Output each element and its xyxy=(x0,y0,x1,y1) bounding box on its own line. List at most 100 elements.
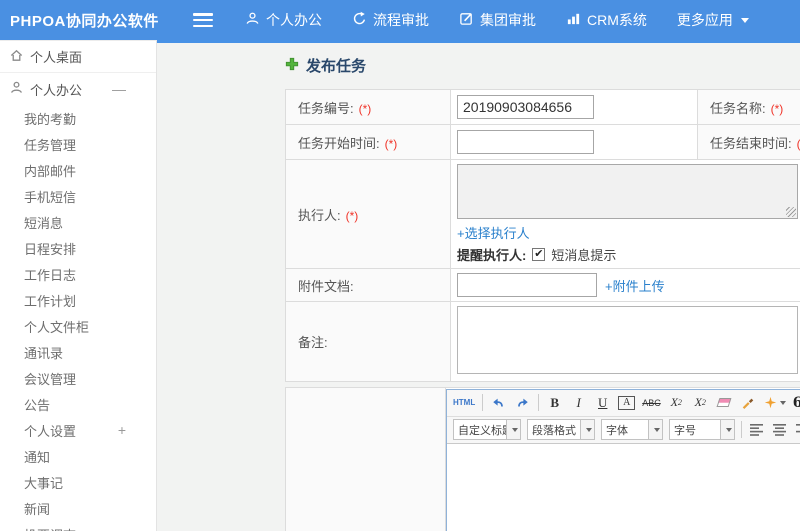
bold-button[interactable]: B xyxy=(546,393,563,413)
edit-square-icon xyxy=(459,11,474,29)
table-row: 任务开始时间: (*) 任务结束时间: (*) xyxy=(285,124,800,160)
sidebar-item-label: 日程安排 xyxy=(24,241,77,257)
nav-item-group-approval[interactable]: 集团审批 xyxy=(459,10,536,30)
attachment-label: 附件文档: xyxy=(298,278,354,294)
align-left-icon[interactable] xyxy=(748,420,765,440)
user-icon xyxy=(245,11,260,29)
sidebar-item-news[interactable]: 新闻 xyxy=(0,495,156,521)
nav-label: 集团审批 xyxy=(480,12,536,28)
sidebar-item-personal-desktop[interactable]: 个人桌面 xyxy=(0,41,156,73)
sidebar-item-label: 大事记 xyxy=(24,475,64,491)
nav-item-personal-office[interactable]: 个人办公 xyxy=(245,10,322,30)
font-size-dropdown[interactable]: 字号 xyxy=(669,419,735,440)
sidebar-item-personal-office[interactable]: 个人办公 — xyxy=(0,73,156,105)
sidebar-item-label: 个人设置 xyxy=(24,423,77,439)
italic-button[interactable]: I xyxy=(570,393,587,413)
attachment-upload-link[interactable]: +附件上传 xyxy=(605,276,665,295)
required-mark: (*) xyxy=(358,101,372,116)
remark-textarea[interactable] xyxy=(457,306,798,374)
sidebar-item-label: 工作计划 xyxy=(24,293,77,309)
redo-icon[interactable] xyxy=(514,393,531,413)
task-no-input[interactable] xyxy=(457,95,594,119)
custom-title-dropdown[interactable]: 自定义标题 xyxy=(453,419,521,440)
auto-typeset-wand-icon[interactable] xyxy=(764,393,786,413)
font-family-dropdown[interactable]: 字体 xyxy=(601,419,663,440)
source-html-button[interactable]: HTML xyxy=(453,393,475,413)
content-accent-strip xyxy=(157,40,800,43)
sidebar-item-label: 会议管理 xyxy=(24,371,77,387)
caret-down-icon xyxy=(506,420,520,439)
sidebar-item-major-events[interactable]: 大事记 xyxy=(0,469,156,495)
top-nav: 个人办公 流程审批 集团审批 CRM系统 更多应用 xyxy=(245,10,749,30)
sidebar-item-vote-survey[interactable]: 投票调查 xyxy=(0,521,156,531)
editor-toolbar-row1: HTML B I U A ABC X 2 X 2 6 xyxy=(447,389,800,417)
nav-item-crm[interactable]: CRM系统 xyxy=(566,10,647,30)
required-mark: (*) xyxy=(797,137,800,151)
task-desc-table: 任务描述:(*) HTML xyxy=(285,387,800,531)
table-row: 任务编号: (*) 任务名称: (*) xyxy=(285,89,800,125)
remove-format-eraser-icon[interactable] xyxy=(716,393,733,413)
app-logo[interactable]: PHPOA协同办公软件 xyxy=(0,10,165,31)
start-time-label: 任务开始时间: xyxy=(298,135,380,151)
sidebar-item-work-plan[interactable]: 工作计划 xyxy=(0,287,156,313)
table-row: 备注: xyxy=(285,301,800,382)
sidebar-item-schedule[interactable]: 日程安排 xyxy=(0,235,156,261)
sidebar-item-my-attendance[interactable]: 我的考勤 xyxy=(0,105,156,131)
sidebar-item-notice[interactable]: 通知 xyxy=(0,443,156,469)
sidebar-item-task-management[interactable]: 任务管理 xyxy=(0,131,156,157)
superscript-button[interactable]: X2 xyxy=(668,393,685,413)
sidebar-item-mobile-sms[interactable]: 手机短信 xyxy=(0,183,156,209)
nav-label: CRM系统 xyxy=(587,12,647,28)
sms-remind-checkbox[interactable]: ✔ xyxy=(532,248,546,261)
plus-icon xyxy=(285,57,299,75)
paragraph-format-dropdown[interactable]: 段落格式 xyxy=(527,419,595,440)
toolbar-separator xyxy=(482,394,484,411)
sidebar-item-label: 投票调查 xyxy=(24,525,76,531)
blockquote-button[interactable]: 66 xyxy=(793,393,800,413)
user-icon xyxy=(9,80,24,98)
nav-item-process-approval[interactable]: 流程审批 xyxy=(352,10,429,30)
underline-button[interactable]: U xyxy=(594,393,611,413)
format-painter-brush-icon[interactable] xyxy=(740,393,757,413)
caret-down-icon xyxy=(648,420,662,439)
sidebar-item-internal-mail[interactable]: 内部邮件 xyxy=(0,157,156,183)
main-content: 发布任务 任务编号: (*) 任务名称: (*) 任务开始时间: (*) 任务结束时间… xyxy=(158,43,800,531)
task-description-editor-area[interactable] xyxy=(447,443,800,531)
align-right-icon[interactable] xyxy=(794,420,800,440)
table-row: 附件文档: +附件上传 xyxy=(285,268,800,302)
start-time-input[interactable] xyxy=(457,130,594,154)
strikethrough-button[interactable]: ABC xyxy=(642,393,661,413)
sidebar-item-announcement[interactable]: 公告 xyxy=(0,391,156,417)
hamburger-menu-icon[interactable] xyxy=(193,13,213,27)
sidebar-item-label: 手机短信 xyxy=(24,189,77,205)
expand-plus-icon[interactable]: + xyxy=(118,422,126,438)
font-background-button[interactable]: A xyxy=(618,395,636,410)
undo-icon[interactable] xyxy=(490,393,507,413)
sidebar-item-label: 工作日志 xyxy=(24,267,77,283)
sidebar-item-label: 通知 xyxy=(24,449,51,465)
task-name-label: 任务名称: xyxy=(710,100,766,116)
sidebar-item-address-book[interactable]: 通讯录 xyxy=(0,339,156,365)
end-time-label: 任务结束时间: xyxy=(710,135,792,151)
nav-label: 个人办公 xyxy=(266,12,322,28)
align-center-icon[interactable] xyxy=(771,420,788,440)
collapse-minus-icon[interactable]: — xyxy=(112,81,126,97)
editor-toolbar-row2: 自定义标题 段落格式 字体 字号 xyxy=(447,416,800,444)
sidebar-item-personal-file-cabinet[interactable]: 个人文件柜 xyxy=(0,313,156,339)
nav-item-more-apps[interactable]: 更多应用 xyxy=(677,10,749,30)
sidebar-item-label: 内部邮件 xyxy=(24,163,77,179)
sidebar-item-personal-settings[interactable]: 个人设置 + xyxy=(0,417,156,443)
table-row: 任务描述:(*) HTML xyxy=(285,387,800,531)
choose-executor-link[interactable]: +选择执行人 xyxy=(457,226,530,241)
executor-box[interactable] xyxy=(457,164,798,219)
subscript-button[interactable]: X2 xyxy=(692,393,709,413)
required-mark: (*) xyxy=(384,136,398,151)
sidebar-item-work-log[interactable]: 工作日志 xyxy=(0,261,156,287)
toolbar-separator xyxy=(538,394,540,411)
resize-handle[interactable] xyxy=(786,207,796,217)
attachment-input[interactable] xyxy=(457,273,597,297)
sidebar-item-short-message[interactable]: 短消息 xyxy=(0,209,156,235)
page-title-text: 发布任务 xyxy=(306,58,367,75)
remind-executor-label: 提醒执行人: xyxy=(457,248,527,263)
sidebar-item-meeting-management[interactable]: 会议管理 xyxy=(0,365,156,391)
